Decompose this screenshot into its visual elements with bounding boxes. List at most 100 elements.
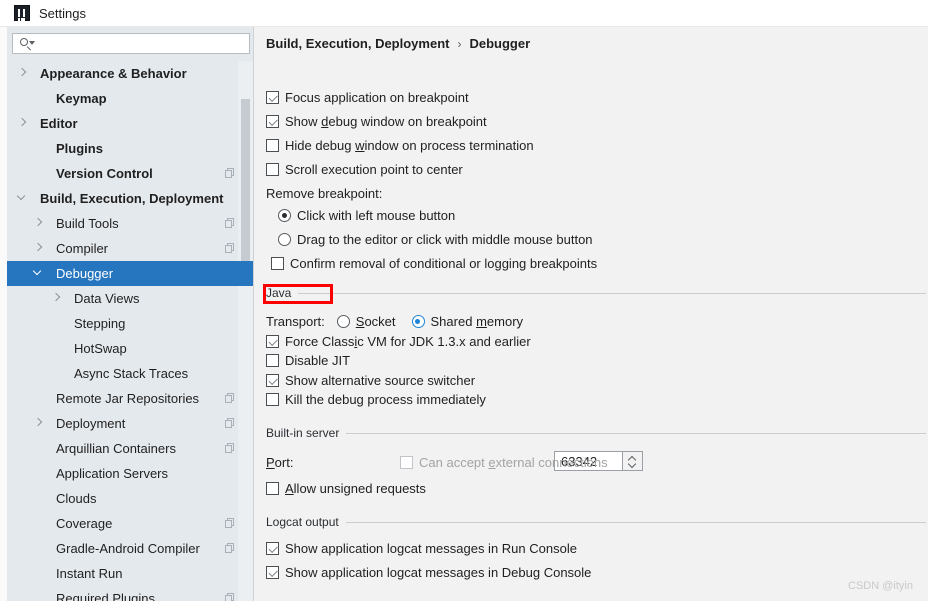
radio-click-with-left-mouse-button[interactable]: Click with left mouse button: [278, 208, 455, 223]
sidebar-item-clouds[interactable]: Clouds: [7, 486, 253, 511]
radio-button-icon[interactable]: [336, 315, 350, 328]
group-header-java: Java: [266, 285, 926, 301]
sidebar-item-arquillian-containers[interactable]: Arquillian Containers: [7, 436, 253, 461]
sidebar-item-plugins[interactable]: Plugins: [7, 136, 253, 161]
window-left-edge: [0, 27, 7, 601]
sidebar-item-build-execution-deployment[interactable]: Build, Execution, Deployment: [7, 186, 253, 211]
radio-label-socket[interactable]: Socket: [356, 314, 396, 329]
port-spinner[interactable]: [623, 451, 643, 471]
group-title: Built-in server: [266, 426, 340, 440]
chevron-right-icon[interactable]: [33, 418, 44, 429]
chevron-right-icon[interactable]: [51, 293, 62, 304]
copy-settings-icon[interactable]: [225, 218, 236, 229]
chevron-right-icon[interactable]: [17, 118, 28, 129]
checkbox-box-icon[interactable]: [266, 354, 279, 367]
radio-drag-to-editor-or-middle-click[interactable]: Drag to the editor or click with middle …: [278, 232, 593, 247]
radio-button-icon[interactable]: [278, 209, 291, 222]
chevron-right-icon[interactable]: [33, 243, 44, 254]
sidebar-item-label: HotSwap: [74, 341, 127, 356]
copy-settings-icon[interactable]: [225, 593, 236, 601]
sidebar-item-label: Remote Jar Repositories: [56, 391, 200, 406]
checkbox-box-icon[interactable]: [266, 393, 279, 406]
copy-settings-icon[interactable]: [225, 518, 236, 529]
intellij-idea-icon: [14, 5, 30, 21]
copy-settings-icon[interactable]: [225, 393, 236, 404]
group-divider: [346, 432, 926, 434]
transport-label: Transport:: [266, 314, 325, 329]
search-icon: [19, 37, 35, 51]
checkbox-confirm-removal-of-conditional-or-logging-breakpoints[interactable]: Confirm removal of conditional or loggin…: [271, 256, 597, 271]
sidebar-item-debugger[interactable]: Debugger: [7, 261, 253, 286]
checkbox-label: Confirm removal of conditional or loggin…: [290, 256, 598, 271]
checkbox-box-icon[interactable]: [266, 566, 279, 579]
checkbox-show-logcat-in-debug-console[interactable]: Show application logcat messages in Debu…: [266, 565, 591, 580]
checkbox-show-debug-window-on-breakpoint[interactable]: Show debug window on breakpoint: [266, 114, 487, 129]
checkbox-box-icon[interactable]: [266, 335, 279, 348]
sidebar-item-hotswap[interactable]: HotSwap: [7, 336, 253, 361]
sidebar-item-label: Required Plugins: [56, 591, 156, 601]
sidebar-item-coverage[interactable]: Coverage: [7, 511, 253, 536]
search-box[interactable]: [12, 33, 250, 54]
sidebar-item-label: Editor: [40, 116, 78, 131]
breadcrumb: Build, Execution, Deployment › Debugger: [266, 36, 530, 51]
sidebar-item-stepping[interactable]: Stepping: [7, 311, 253, 336]
copy-settings-icon[interactable]: [225, 543, 236, 554]
settings-sidebar: Appearance & Behavior Keymap Editor Plugins…: [7, 27, 253, 601]
sidebar-item-keymap[interactable]: Keymap: [7, 86, 253, 111]
chevron-down-icon[interactable]: [33, 268, 44, 279]
checkbox-box-icon[interactable]: [266, 542, 279, 555]
checkbox-show-alternative-source-switcher[interactable]: Show alternative source switcher: [266, 373, 475, 388]
sidebar-item-async-stack-traces[interactable]: Async Stack Traces: [7, 361, 253, 386]
sidebar-item-application-servers[interactable]: Application Servers: [7, 461, 253, 486]
sidebar-item-gradle-android-compiler[interactable]: Gradle-Android Compiler: [7, 536, 253, 561]
radio-label-shared-memory[interactable]: Shared memory: [431, 314, 524, 329]
chevron-down-icon[interactable]: [17, 193, 28, 204]
checkbox-kill-the-debug-process-immediately[interactable]: Kill the debug process immediately: [266, 392, 486, 407]
radio-button-icon[interactable]: [278, 233, 291, 246]
sidebar-item-editor[interactable]: Editor: [7, 111, 253, 136]
remove-breakpoint-label: Remove breakpoint:: [266, 186, 383, 201]
checkbox-box-icon[interactable]: [266, 163, 279, 176]
checkbox-box-icon[interactable]: [271, 257, 284, 270]
checkbox-box-icon[interactable]: [266, 482, 279, 495]
group-divider: [345, 521, 926, 523]
sidebar-item-label: Version Control: [56, 166, 153, 181]
chevron-down-icon[interactable]: [627, 461, 637, 469]
checkbox-box-icon[interactable]: [266, 139, 279, 152]
copy-settings-icon[interactable]: [225, 243, 236, 254]
sidebar-item-remote-jar-repositories[interactable]: Remote Jar Repositories: [7, 386, 253, 411]
sidebar-item-label: Instant Run: [56, 566, 123, 581]
checkbox-allow-unsigned-requests[interactable]: Allow unsigned requests: [266, 481, 426, 496]
sidebar-item-deployment[interactable]: Deployment: [7, 411, 253, 436]
checkbox-hide-debug-window-on-process-termination[interactable]: Hide debug window on process termination: [266, 138, 534, 153]
copy-settings-icon[interactable]: [225, 443, 236, 454]
sidebar-item-required-plugins[interactable]: Required Plugins: [7, 586, 253, 601]
checkbox-scroll-execution-point-to-center[interactable]: Scroll execution point to center: [266, 162, 463, 177]
sidebar-item-label: Stepping: [74, 316, 126, 331]
sidebar-item-label: Appearance & Behavior: [40, 66, 187, 81]
sidebar-item-compiler[interactable]: Compiler: [7, 236, 253, 261]
sidebar-item-label: Build, Execution, Deployment: [40, 191, 224, 206]
checkbox-label: Show alternative source switcher: [285, 373, 476, 388]
copy-settings-icon[interactable]: [225, 418, 236, 429]
sidebar-item-appearance-behavior[interactable]: Appearance & Behavior: [7, 61, 253, 86]
chevron-right-icon[interactable]: [17, 68, 28, 79]
sidebar-item-version-control[interactable]: Version Control: [7, 161, 253, 186]
checkbox-label: Allow unsigned requests: [285, 481, 426, 496]
copy-settings-icon[interactable]: [225, 168, 236, 179]
sidebar-item-instant-run[interactable]: Instant Run: [7, 561, 253, 586]
checkbox-box-icon[interactable]: [266, 115, 279, 128]
checkbox-label: Show application logcat messages in Run …: [285, 541, 577, 556]
sidebar-item-data-views[interactable]: Data Views: [7, 286, 253, 311]
checkbox-show-logcat-in-run-console[interactable]: Show application logcat messages in Run …: [266, 541, 577, 556]
search-input[interactable]: [33, 36, 249, 51]
chevron-right-icon[interactable]: [33, 218, 44, 229]
sidebar-item-build-tools[interactable]: Build Tools: [7, 211, 253, 236]
checkbox-force-classic-vm[interactable]: Force Classic VM for JDK 1.3.x and earli…: [266, 334, 531, 349]
checkbox-disable-jit[interactable]: Disable JIT: [266, 353, 350, 368]
checkbox-box-icon[interactable]: [266, 374, 279, 387]
checkbox-box-icon[interactable]: [266, 91, 279, 104]
radio-button-icon[interactable]: [411, 315, 425, 328]
checkbox-label: Show debug window on breakpoint: [285, 114, 487, 129]
checkbox-focus-application-on-breakpoint[interactable]: Focus application on breakpoint: [266, 90, 469, 105]
